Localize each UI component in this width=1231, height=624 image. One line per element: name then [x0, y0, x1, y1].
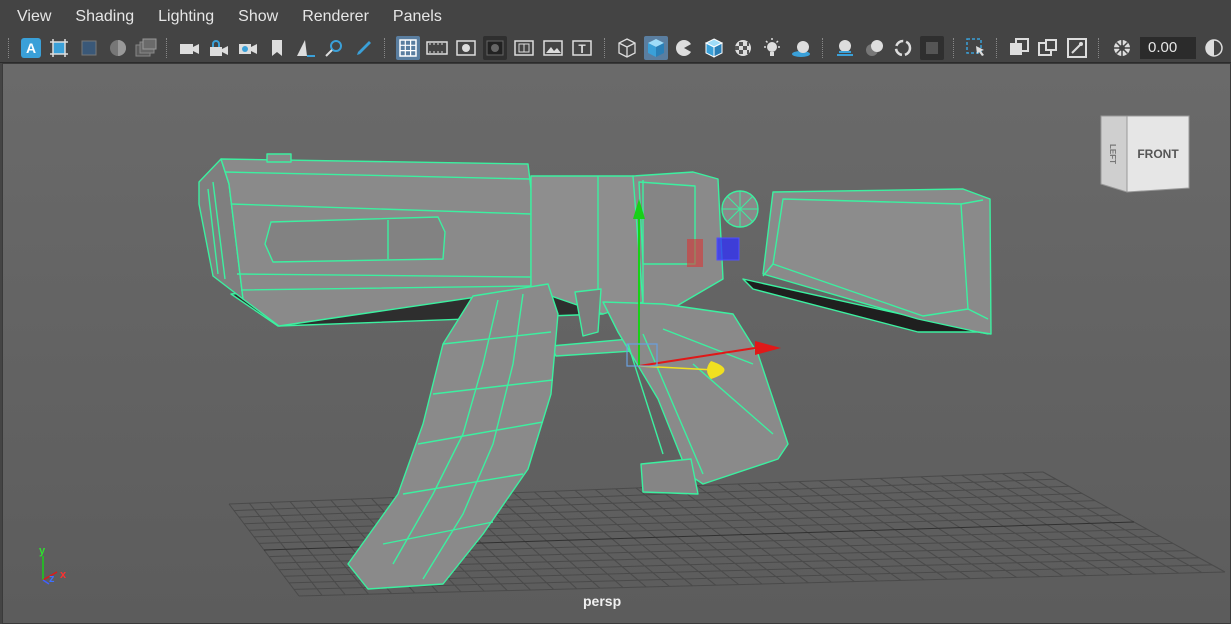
frame-icon[interactable]: [47, 36, 71, 60]
toolbar-separator: [604, 38, 607, 58]
axis-label-z: z: [49, 573, 55, 585]
menu-shading[interactable]: Shading: [63, 0, 146, 34]
panel-menu-bar: View Shading Lighting Show Renderer Pane…: [0, 0, 1231, 34]
grease-pencil-icon[interactable]: [352, 36, 376, 60]
toolbar-separator: [166, 38, 169, 58]
toolbar-separator: [384, 38, 387, 58]
layer-icon[interactable]: [77, 36, 101, 60]
textured-icon[interactable]: [731, 36, 755, 60]
resolution-gate-icon[interactable]: [454, 36, 478, 60]
menu-show[interactable]: Show: [226, 0, 290, 34]
toolbar-separator: [1098, 38, 1101, 58]
camera-icon[interactable]: [178, 36, 202, 60]
menu-panels[interactable]: Panels: [381, 0, 454, 34]
select-camera-icon[interactable]: A: [19, 36, 43, 60]
z-plane-handle[interactable]: [716, 237, 740, 261]
toolbar-separator: [996, 38, 999, 58]
panel-toolbar: A T 0.00: [0, 34, 1231, 63]
axis-label-y: y: [39, 545, 46, 557]
maya-viewport-panel: View Shading Lighting Show Renderer Pane…: [0, 0, 1231, 624]
wireframe-icon[interactable]: [615, 36, 639, 60]
x-plane-handle[interactable]: [687, 239, 703, 267]
xray-joints-icon[interactable]: [1065, 36, 1089, 60]
material-ball-icon[interactable]: [106, 36, 130, 60]
toolbar-separator: [953, 38, 956, 58]
2d-pan-zoom-icon[interactable]: [323, 36, 347, 60]
svg-text:T: T: [578, 42, 586, 56]
handguard-vent-panel: [264, 216, 446, 263]
film-gate-icon[interactable]: [425, 36, 449, 60]
camera-name-label: persp: [583, 593, 622, 609]
gate-mask-icon[interactable]: [483, 36, 507, 60]
menu-lighting[interactable]: Lighting: [146, 0, 226, 34]
lock-camera-icon[interactable]: [207, 36, 231, 60]
use-default-material-icon[interactable]: [673, 36, 697, 60]
safe-title-icon[interactable]: T: [570, 36, 594, 60]
toolbar-separator: [822, 38, 825, 58]
screen-space-ao-icon[interactable]: [833, 36, 857, 60]
xray-icon[interactable]: [1007, 36, 1031, 60]
safe-action-icon[interactable]: [541, 36, 565, 60]
menu-view[interactable]: View: [0, 0, 63, 34]
motion-blur-icon[interactable]: [862, 36, 886, 60]
use-all-lights-icon[interactable]: [760, 36, 784, 60]
scene-canvas: LEFT FRONT y x z: [3, 64, 1230, 623]
bookmarks-icon[interactable]: [265, 36, 289, 60]
svg-text:A: A: [26, 40, 36, 56]
depth-of-field-icon[interactable]: [920, 36, 944, 60]
wireframe-on-shaded-icon[interactable]: [702, 36, 726, 60]
viewcube-front-label: FRONT: [1137, 147, 1179, 161]
smooth-shade-icon[interactable]: [644, 36, 668, 60]
menu-renderer[interactable]: Renderer: [290, 0, 381, 34]
render-layers-icon[interactable]: [134, 36, 158, 60]
shadows-icon[interactable]: [789, 36, 813, 60]
isolate-select-icon[interactable]: [964, 36, 988, 60]
exposure-field[interactable]: [1140, 37, 1196, 59]
image-plane-icon[interactable]: [294, 36, 318, 60]
perspective-viewport[interactable]: LEFT FRONT y x z: [2, 63, 1231, 624]
grip-cap: [640, 458, 699, 495]
toolbar-separator: [8, 38, 11, 58]
exposure-icon[interactable]: [1110, 36, 1134, 60]
camera-attributes-icon[interactable]: [236, 36, 260, 60]
multisample-aa-icon[interactable]: [891, 36, 915, 60]
field-chart-icon[interactable]: [512, 36, 536, 60]
viewcube-left-label: LEFT: [1108, 144, 1117, 164]
gamma-icon[interactable]: [1202, 36, 1226, 60]
viewcube[interactable]: LEFT FRONT: [1100, 115, 1190, 193]
grid-icon[interactable]: [396, 36, 420, 60]
axis-label-x: x: [60, 569, 67, 581]
receiver-side-plate: [638, 181, 696, 265]
xray-active-components-icon[interactable]: [1036, 36, 1060, 60]
front-sight: [266, 153, 292, 163]
